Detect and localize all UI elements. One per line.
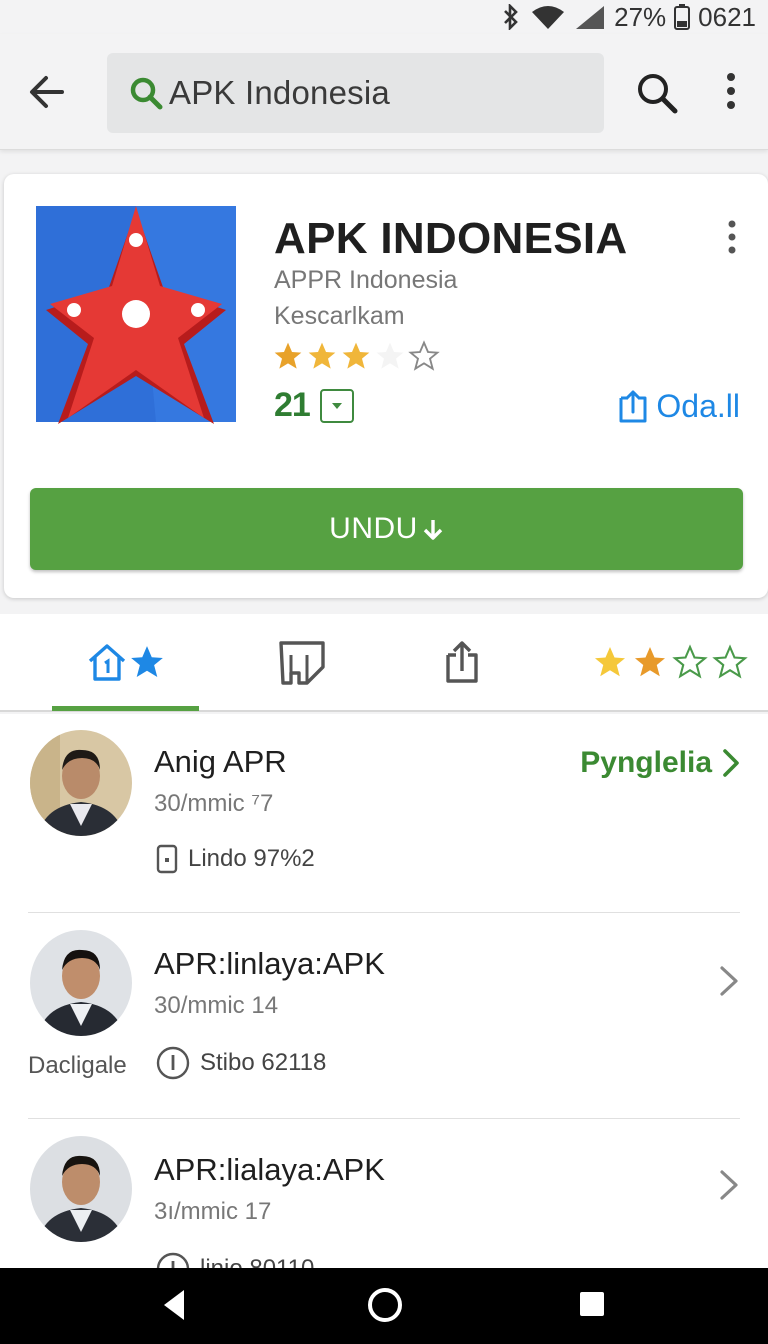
item-action-label: Pynglelia [580, 746, 712, 779]
item-title: APR:linlaya:APK [154, 946, 385, 981]
star-filled-icon [595, 647, 625, 677]
chevron-right-icon [723, 749, 739, 777]
item-title: Anig APR [154, 744, 287, 779]
tab-bookmark[interactable] [252, 614, 352, 710]
item-meta: Lindo 97%2 [156, 844, 315, 874]
system-navigation-bar [0, 1268, 768, 1344]
triangle-back-icon [164, 1290, 184, 1320]
install-button[interactable]: UNDU [30, 488, 743, 570]
avatar [30, 1136, 132, 1242]
search-button[interactable] [634, 70, 680, 116]
list-divider [28, 912, 740, 913]
app-title: APK INDONESIA [274, 214, 628, 263]
app-icon [36, 206, 236, 426]
star-filled-icon [635, 647, 665, 677]
search-icon [130, 77, 163, 110]
item-meta-text: Stibo 62118 [200, 1049, 327, 1076]
app-count-value: 21 [274, 386, 311, 424]
review-list: Anig APR 30/mmic ⁷7 Lindo 97%2 Pynglelia… [0, 714, 768, 1268]
nav-recents-button[interactable] [578, 1290, 606, 1323]
more-vert-icon [727, 73, 735, 109]
item-left-label: Dacligale [28, 1052, 127, 1079]
star-filled-icon [342, 342, 370, 369]
star-empty-icon [376, 342, 404, 369]
active-tab-indicator [52, 706, 199, 711]
list-item[interactable]: APR:lialaya:APK 3ı/mmic 17 linio 80110 [0, 1122, 768, 1268]
info-icon [156, 1252, 190, 1268]
share-label: Oda.ll [656, 388, 740, 424]
info-icon [156, 1046, 190, 1080]
section-tabs [0, 614, 768, 712]
upload-icon [446, 641, 478, 683]
square-recents-icon [580, 1292, 604, 1316]
avatar [30, 930, 132, 1036]
tab-upload[interactable] [412, 614, 512, 710]
battery-icon [674, 4, 691, 30]
search-field[interactable]: APK Indonesia [107, 53, 604, 133]
app-header-card: APK INDONESIA APPR Indonesia Kescarlkam … [4, 174, 768, 598]
more-vert-icon [728, 220, 736, 254]
item-subtitle: 30/mmic ⁷7 [154, 790, 274, 817]
item-meta-text: linio 80110 [200, 1255, 314, 1268]
top-toolbar: APK Indonesia [0, 34, 768, 150]
app-logo-star-icon [36, 206, 236, 424]
item-meta: linio 80110 [156, 1252, 314, 1268]
arrow-left-icon [30, 76, 64, 108]
app-rating-stars [272, 340, 440, 372]
item-meta-text: Lindo 97%2 [188, 845, 315, 872]
app-card-menu-button[interactable] [724, 218, 740, 256]
back-button[interactable] [22, 70, 74, 114]
tab-home-favorites[interactable] [52, 614, 199, 710]
star-filled-icon [274, 342, 302, 369]
share-icon [619, 390, 647, 422]
bluetooth-icon [504, 4, 518, 30]
nav-home-button[interactable] [366, 1286, 404, 1329]
star-filled-icon [308, 342, 336, 369]
clock: 0621 [698, 1, 756, 32]
nav-back-button[interactable] [160, 1288, 188, 1327]
list-divider [28, 1118, 740, 1119]
signal-icon [576, 6, 605, 29]
star-empty-icon [712, 644, 748, 679]
share-button[interactable]: Oda.ll [618, 388, 740, 425]
item-subtitle: 3ı/mmic 17 [154, 1198, 272, 1225]
dropdown-box-icon[interactable] [319, 388, 354, 423]
wifi-icon [532, 6, 565, 29]
circle-home-icon [368, 1288, 402, 1322]
battery-percent: 27% [614, 1, 667, 32]
chevron-right-icon[interactable] [718, 1168, 740, 1202]
app-category: Kescarlkam [274, 302, 405, 330]
chevron-right-icon[interactable] [718, 964, 740, 998]
item-meta: Stibo 62118 [156, 1046, 326, 1080]
avatar [30, 730, 132, 836]
download-arrow-icon [423, 520, 443, 540]
tab-ratings[interactable] [590, 614, 750, 710]
home-icon [88, 644, 125, 681]
bookmark-icon [279, 641, 325, 685]
item-subtitle: 30/mmic 14 [154, 992, 279, 1019]
star-empty-icon [408, 340, 440, 371]
search-query-text: APK Indonesia [169, 74, 390, 111]
item-action-link[interactable]: Pynglelia [580, 746, 740, 780]
app-developer[interactable]: APPR Indonesia [274, 266, 457, 295]
overflow-menu-button[interactable] [716, 70, 746, 116]
item-title: APR:lialaya:APK [154, 1152, 385, 1187]
app-count: 21 [274, 386, 354, 425]
list-item[interactable]: Anig APR 30/mmic ⁷7 Lindo 97%2 Pynglelia [0, 714, 768, 920]
list-item[interactable]: APR:linlaya:APK 30/mmic 14 Dacligale Sti… [0, 916, 768, 1122]
star-empty-icon [672, 644, 708, 679]
phone-icon [156, 844, 178, 874]
status-bar: 27% 0621 [0, 0, 768, 34]
install-label: UNDU [329, 512, 418, 545]
star-filled-icon [130, 646, 163, 678]
search-icon [638, 74, 678, 114]
